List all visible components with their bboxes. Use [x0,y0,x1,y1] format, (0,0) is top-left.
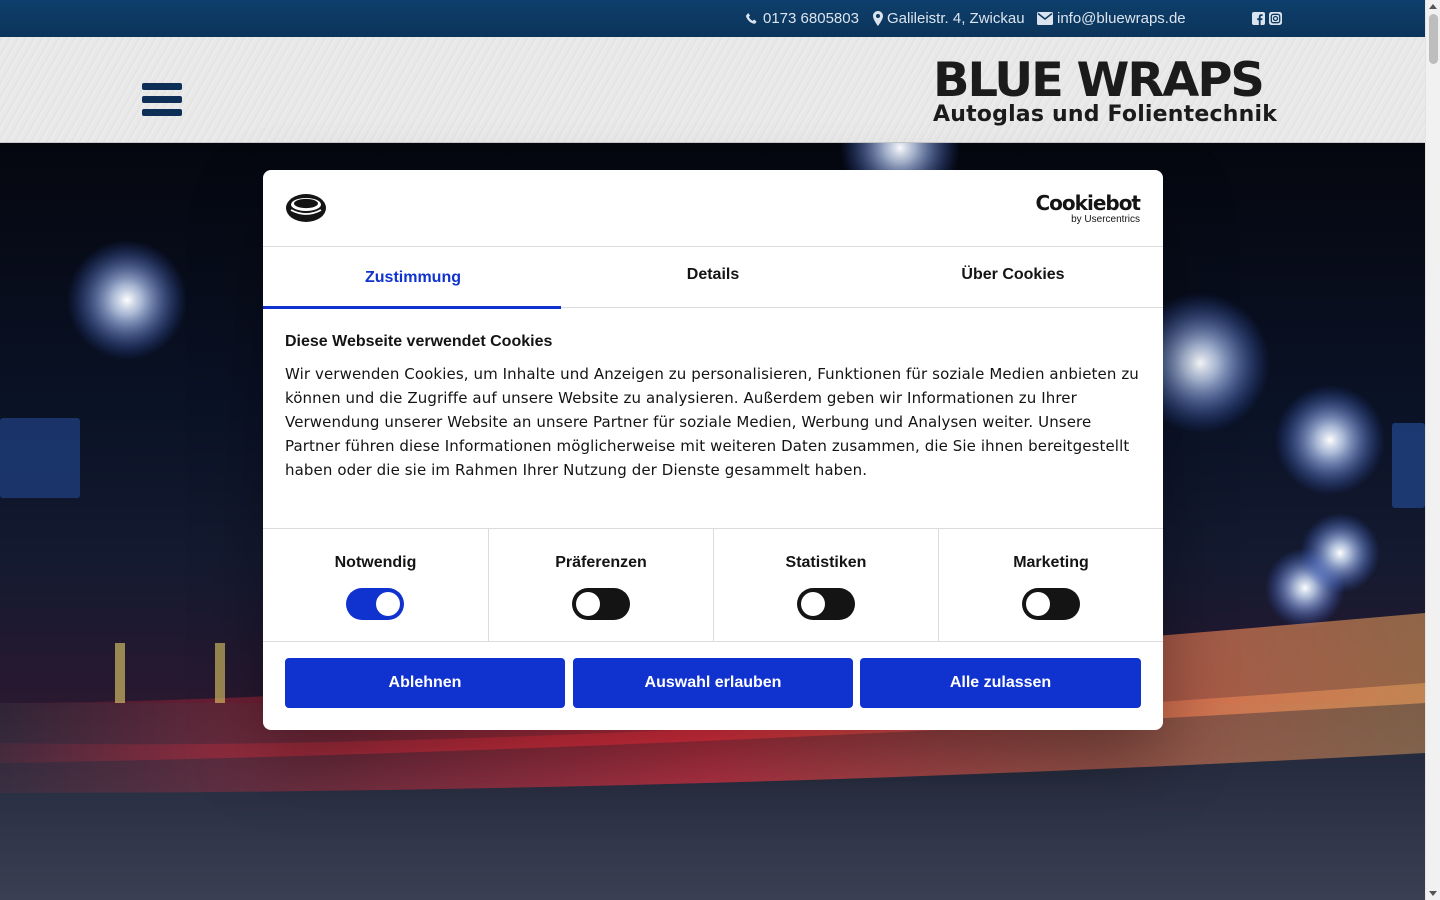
cookiebot-brand[interactable]: Cookiebot by Usercentrics [1036,192,1141,225]
category-statistiken: Statistiken [713,529,938,642]
instagram-icon[interactable] [1269,12,1282,25]
tab-zustimmung[interactable]: Zustimmung [263,247,563,309]
scroll-down-arrow-icon[interactable] [1429,891,1437,896]
toggle-marketing[interactable] [1022,588,1080,620]
category-marketing: Marketing [938,529,1163,642]
address-link[interactable]: Galileistr. 4, Zwickau [873,10,1025,27]
address-text: Galileistr. 4, Zwickau [887,10,1025,27]
dialog-actions: Ablehnen Auswahl erlauben Alle zulassen [285,658,1141,708]
phone-number: 0173 6805803 [763,10,859,27]
dialog-body: Diese Webseite verwendet Cookies Wir ver… [285,332,1141,482]
site-logo[interactable]: BLUE WRAPS Autoglas und Folientechnik [930,53,1277,132]
email-link[interactable]: info@bluewraps.de [1037,10,1186,27]
active-tab-indicator [263,306,561,309]
facebook-icon[interactable] [1252,12,1265,25]
toggle-praeferenzen[interactable] [572,588,630,620]
top-contact-bar: 0173 6805803 Galileistr. 4, Zwickau info… [0,0,1425,37]
phone-icon [745,12,757,24]
scroll-up-arrow-icon[interactable] [1429,4,1437,9]
social-links [1252,12,1282,25]
hamburger-menu-icon[interactable] [142,83,182,117]
dialog-heading: Diese Webseite verwendet Cookies [285,333,553,350]
logo-title: BLUE WRAPS [933,53,1265,108]
decline-button[interactable]: Ablehnen [285,658,565,708]
tab-details[interactable]: Details [563,247,863,308]
cookie-logo-icon [286,194,326,222]
map-marker-icon [873,11,883,26]
tab-ueber-cookies[interactable]: Über Cookies [863,247,1163,308]
logo-subtitle: Autoglas und Folientechnik [933,102,1278,127]
dialog-header: Cookiebot by Usercentrics [263,170,1163,247]
scrollbar-thumb[interactable] [1429,14,1438,64]
allow-all-button[interactable]: Alle zulassen [860,658,1141,708]
category-praeferenzen: Präferenzen [488,529,713,642]
cookiebot-byline: by Usercentrics [1071,214,1140,225]
toggle-notwendig[interactable] [346,588,404,620]
toggle-statistiken[interactable] [797,588,855,620]
dialog-description: Wir verwenden Cookies, um Inhalte und An… [285,365,1139,479]
email-address: info@bluewraps.de [1057,10,1186,27]
cookiebot-name: Cookiebot [1035,191,1141,215]
dialog-tabs: Zustimmung Details Über Cookies [263,247,1163,309]
page-scrollbar[interactable] [1425,0,1440,900]
envelope-icon [1037,12,1053,25]
cookie-consent-dialog: Cookiebot by Usercentrics Zustimmung Det… [263,170,1163,730]
allow-selection-button[interactable]: Auswahl erlauben [573,658,853,708]
cookie-categories: Notwendig Präferenzen Statistiken Market… [263,528,1163,642]
category-notwendig: Notwendig [263,529,488,642]
phone-link[interactable]: 0173 6805803 [745,10,859,27]
